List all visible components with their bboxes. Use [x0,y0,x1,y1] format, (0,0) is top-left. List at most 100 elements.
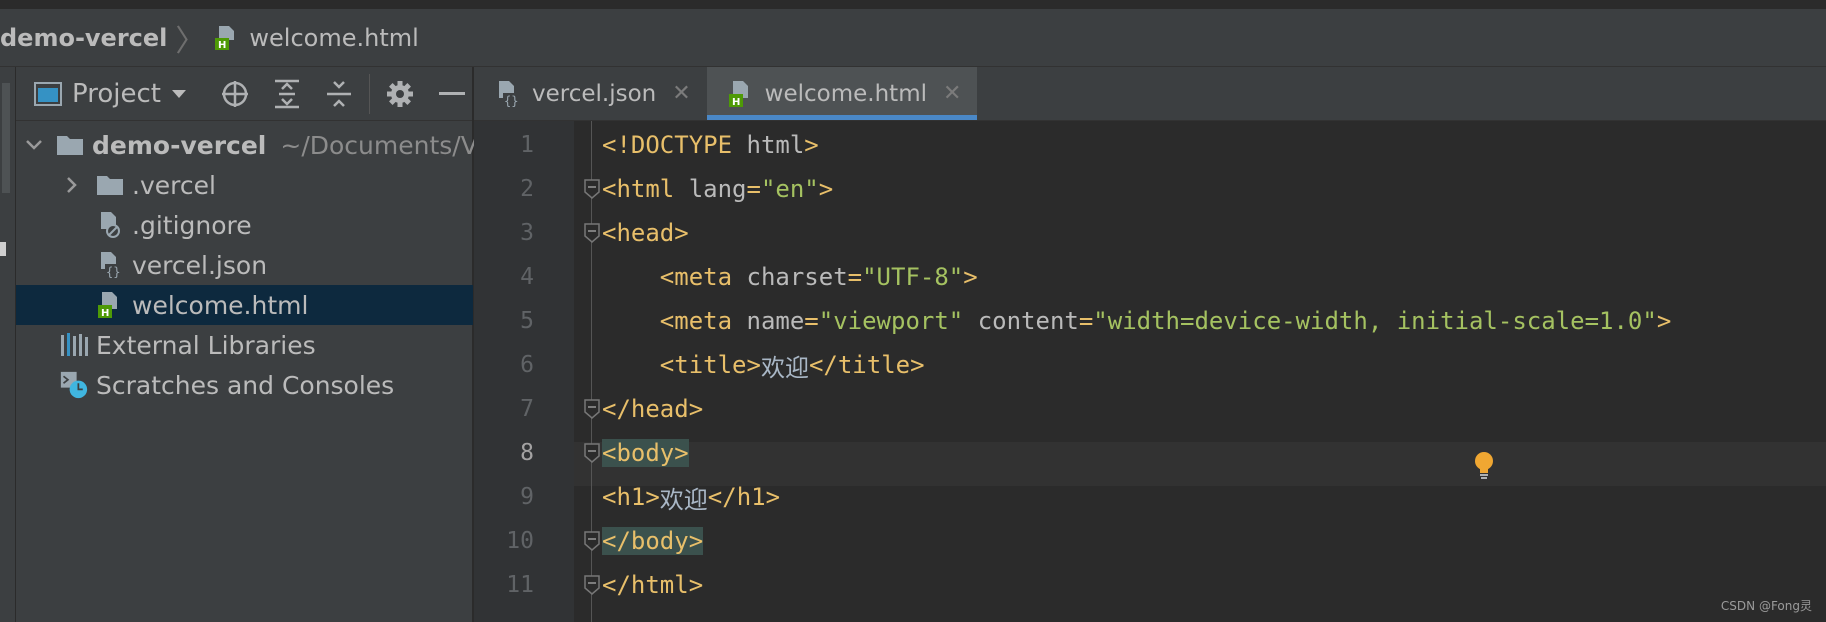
tree-item-path: ~/Documents/V [280,130,478,160]
html-file-icon: H [96,291,124,319]
expand-all-button[interactable] [261,72,313,116]
navigation-bar: demo-vercel 〉 H welcome.html [0,0,1826,67]
line-number: 10 [506,528,534,554]
chevron-right-icon[interactable] [62,177,82,193]
json-file-icon: {} [499,80,521,108]
toolbar-divider [368,73,370,114]
fold-marker-icon[interactable] [584,179,600,199]
tree-item-label: demo-vercel [92,130,267,160]
breadcrumb-file-label: welcome.html [249,23,419,52]
lightbulb-icon[interactable] [1474,451,1494,481]
project-view-label: Project [72,78,161,109]
code-line[interactable]: <html lang = "en" > [602,167,833,211]
crosshair-icon [221,80,248,107]
code-token: "UTF-8" [862,263,964,291]
gear-icon [386,80,413,107]
minimize-icon [438,91,465,95]
tree-item-demo-vercel[interactable]: demo-vercel ~/Documents/V [16,125,478,165]
tree-item-label: vercel.json [132,250,268,280]
code-token: content [963,307,1079,335]
watermark: CSDN @Fong灵 [1720,599,1812,613]
code-token: </head> [602,395,704,423]
code-line[interactable]: <!DOCTYPE html > [602,123,819,167]
code-line[interactable]: <body> [602,431,689,475]
fold-marker-icon[interactable] [584,443,600,463]
breadcrumb-file[interactable]: H welcome.html [213,23,419,52]
code-token: "en" [760,175,819,203]
code-token: <title> [659,351,761,379]
hide-panel-button[interactable] [426,72,478,116]
line-number: 8 [520,440,534,466]
code-token: </h1> [707,483,781,511]
tree-item-vercel-folder[interactable]: .vercel [16,165,473,205]
collapse-all-button[interactable] [313,72,365,116]
svg-text:H: H [101,308,109,319]
tree-item-scratches[interactable]: Scratches and Consoles [16,365,473,405]
code-token: </title> [808,351,925,379]
tab-vercel-json[interactable]: {} vercel.json ✕ [474,67,707,120]
line-number: 5 [520,308,534,334]
fold-marker-icon[interactable] [584,223,600,243]
code-token: </html> [602,571,704,599]
code-token: 欢迎 [760,353,809,382]
project-view-selector[interactable]: Project [34,79,187,109]
chevron-down-icon[interactable] [26,140,42,150]
code-line[interactable]: </html> [602,563,703,607]
tree-item-label: .gitignore [132,210,252,240]
locate-file-button[interactable] [209,72,261,116]
tree-item-label: welcome.html [132,290,309,320]
tree-item-external-libraries[interactable]: External Libraries [16,325,473,365]
chevron-down-icon [171,89,186,98]
project-tool-window-button[interactable] [2,83,10,193]
code-line[interactable]: <title> 欢迎 </title> [602,343,925,387]
editor: {} vercel.json ✕ H welcome.html ✕ 1 <!DOC… [474,67,1826,622]
code-line[interactable]: <meta charset = "UTF-8" > [602,255,978,299]
structure-tool-window-button[interactable] [0,242,6,256]
tab-label: welcome.html [764,80,927,107]
project-view-icon [34,81,62,106]
svg-text:{}: {} [106,265,120,279]
tree-item-welcome-html[interactable]: H welcome.html [16,285,473,325]
line-number: 2 [520,176,534,202]
code-token: charset [746,263,848,291]
line-number: 6 [520,352,534,378]
line-number: 11 [506,572,534,598]
code-token: name [746,307,805,335]
line-number: 7 [520,396,534,422]
fold-marker-icon[interactable] [584,531,600,551]
libraries-icon [60,331,88,359]
tab-welcome-html[interactable]: H welcome.html ✕ [706,67,978,120]
code-token: "viewport" [818,307,964,335]
breadcrumb-separator: 〉 [175,23,206,59]
code-line[interactable]: <head> [602,211,689,255]
folder-icon [56,131,84,159]
code-line[interactable]: <h1> 欢迎 </h1> [602,475,780,519]
breadcrumb-root[interactable]: demo-vercel [0,24,167,52]
code-token: <h1> [602,483,660,511]
code-token: <html [602,175,689,203]
code-line[interactable]: </head> [602,387,703,431]
tree-item-label: Scratches and Consoles [96,370,395,400]
tree-item-vercel-json[interactable]: {} vercel.json [16,245,473,285]
close-icon[interactable]: ✕ [943,81,961,106]
code-token: <meta [659,307,747,335]
close-icon[interactable]: ✕ [672,81,690,106]
tool-window-strip [0,67,16,622]
code-token: > [963,263,978,291]
tree-item-gitignore[interactable]: .gitignore [16,205,473,245]
fold-marker-icon[interactable] [584,575,600,595]
html-file-icon: H [215,25,235,51]
collapse-all-icon [326,80,351,107]
code-line[interactable]: </body> [602,519,704,563]
code-line[interactable]: <meta name = "viewport" content = "width=dev… [602,299,1671,343]
line-number: 9 [520,484,534,510]
tree-item-label: External Libraries [96,330,316,360]
code-area[interactable]: 1 <!DOCTYPE html >2 <html lang = "en" >3 <head>… [474,121,1826,622]
line-number: 1 [520,132,534,158]
settings-button[interactable] [374,72,426,116]
tab-label: vercel.json [532,80,657,107]
code-token: > [818,175,834,203]
code-token: <meta [659,263,747,291]
fold-marker-icon[interactable] [584,399,600,419]
